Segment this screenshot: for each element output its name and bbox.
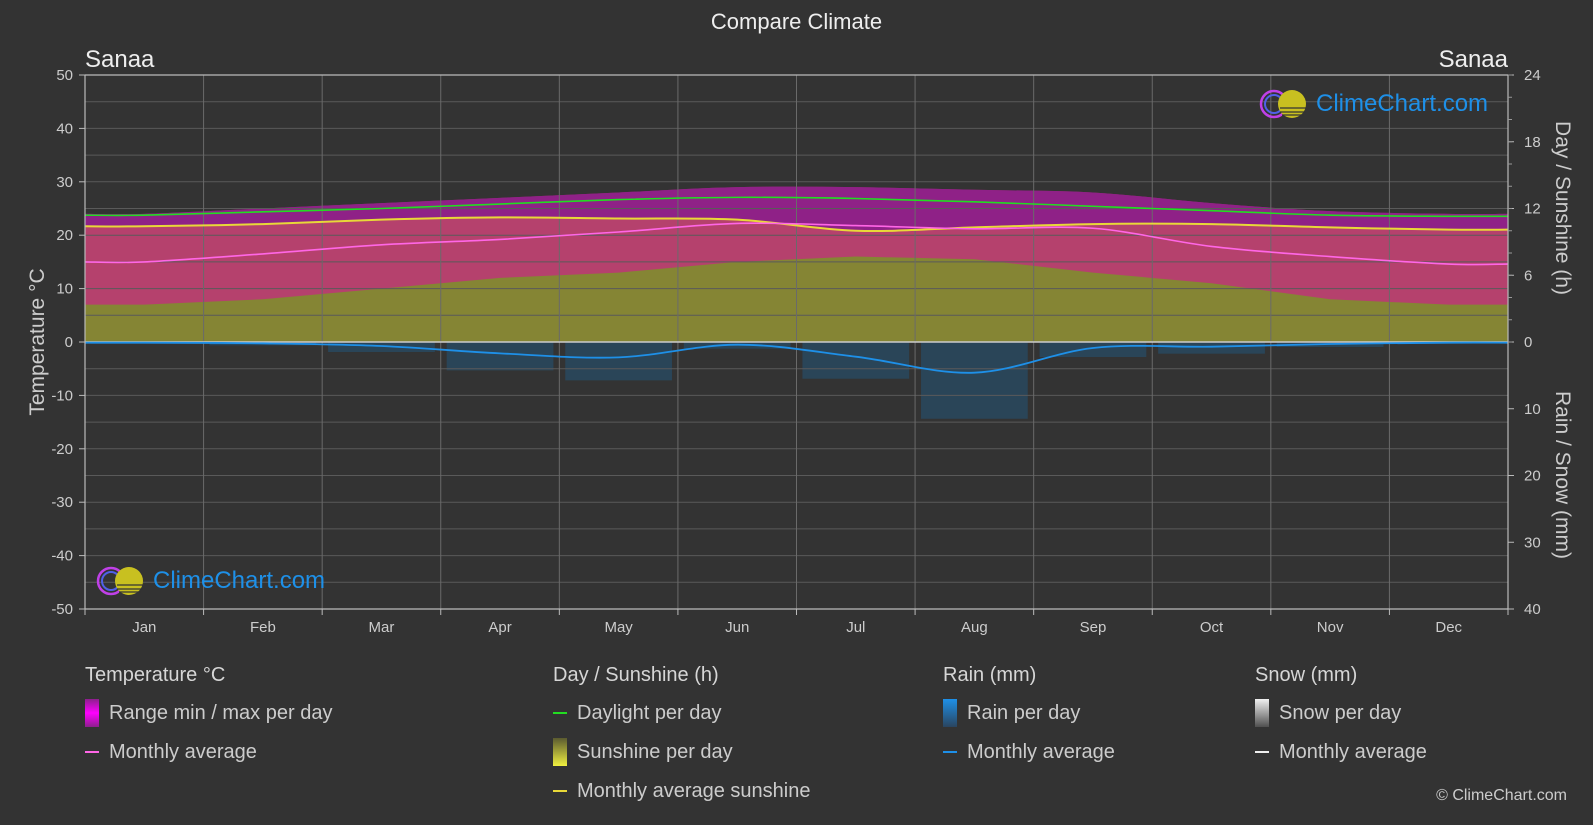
y-tick-label-left: 10 bbox=[56, 281, 73, 298]
logo-text: ClimeChart.com bbox=[153, 567, 326, 594]
temp-avg-swatch bbox=[85, 751, 99, 753]
y-tick-label-left: 30 bbox=[56, 174, 73, 191]
y-tick-label-left: -20 bbox=[51, 441, 73, 458]
x-tick-label: Dec bbox=[1435, 619, 1462, 636]
rain-bar bbox=[921, 342, 1028, 419]
legend-label: Monthly average sunshine bbox=[577, 779, 811, 802]
y-tick-label-rain: 30 bbox=[1524, 534, 1541, 551]
y-tick-label-rain: 40 bbox=[1524, 601, 1541, 618]
legend-snow: Snow (mm) Snow per day Monthly average bbox=[1255, 664, 1427, 779]
y-tick-label-left: 50 bbox=[56, 67, 73, 84]
y-tick-label-left: -10 bbox=[51, 387, 73, 404]
snow-swatch bbox=[1255, 699, 1269, 727]
rain-avg-swatch bbox=[943, 751, 957, 753]
y-tick-label-sunshine: 6 bbox=[1524, 267, 1532, 284]
legend-header: Temperature °C bbox=[85, 664, 226, 686]
climechart-logo-icon bbox=[1259, 89, 1306, 119]
y-tick-label-sunshine: 24 bbox=[1524, 67, 1541, 84]
legend-header: Snow (mm) bbox=[1255, 664, 1358, 686]
logo-bottom-left[interactable]: ClimeChart.com bbox=[95, 565, 325, 597]
legend-label: Snow per day bbox=[1279, 701, 1402, 724]
legend-label: Daylight per day bbox=[577, 701, 722, 724]
rain-bar bbox=[1158, 342, 1265, 354]
legend-header: Day / Sunshine (h) bbox=[553, 664, 719, 686]
snow-avg-swatch bbox=[1255, 751, 1269, 753]
x-tick-label: Jan bbox=[132, 619, 156, 636]
y-axis-left-title: Temperature °C bbox=[26, 268, 49, 416]
logo-top-right[interactable]: ClimeChart.com bbox=[1258, 88, 1488, 120]
sunshine-avg-swatch bbox=[553, 790, 567, 792]
legend-label: Rain per day bbox=[967, 701, 1081, 724]
y-tick-label-left: 0 bbox=[65, 334, 73, 351]
legend-item-sunshine-avg: Monthly average sunshine bbox=[553, 779, 810, 803]
temp-range-swatch bbox=[85, 699, 99, 727]
x-tick-label: Aug bbox=[961, 619, 988, 636]
legend-label: Range min / max per day bbox=[109, 701, 333, 724]
sunshine-swatch bbox=[553, 738, 567, 766]
rain-swatch bbox=[943, 699, 957, 727]
x-tick-label: Jul bbox=[846, 619, 865, 636]
y-tick-label-sunshine: 0 bbox=[1524, 334, 1532, 351]
daylight-swatch bbox=[553, 712, 567, 714]
rain-bar bbox=[802, 342, 910, 379]
climechart-logo-icon bbox=[96, 566, 143, 596]
legend-label: Monthly average bbox=[109, 740, 257, 763]
x-tick-label: Mar bbox=[369, 619, 395, 636]
y-tick-label-rain: 10 bbox=[1524, 401, 1541, 418]
legend-item-snow-avg: Monthly average bbox=[1255, 740, 1427, 764]
copyright: © ClimeChart.com bbox=[1436, 787, 1567, 804]
y-axis-right-bottom-title: Rain / Snow (mm) bbox=[1551, 390, 1574, 560]
y-tick-label-left: 40 bbox=[56, 120, 73, 137]
y-tick-label-left: -40 bbox=[51, 548, 73, 565]
legend-header: Rain (mm) bbox=[943, 664, 1037, 686]
x-tick-label: Feb bbox=[250, 619, 276, 636]
legend-temperature: Temperature °C Range min / max per day M… bbox=[85, 664, 332, 779]
legend-sunshine: Day / Sunshine (h) Daylight per day Suns… bbox=[553, 664, 810, 818]
rain-bar bbox=[565, 342, 672, 381]
legend-item-sunshine: Sunshine per day bbox=[553, 738, 810, 766]
y-tick-label-sunshine: 18 bbox=[1524, 134, 1541, 151]
y-tick-label-left: -30 bbox=[51, 494, 73, 511]
legend-item-temp-range: Range min / max per day bbox=[85, 699, 333, 727]
y-tick-label-rain: 20 bbox=[1524, 468, 1541, 485]
y-axis-right-top-title: Day / Sunshine (h) bbox=[1551, 121, 1574, 295]
legend-item-snow: Snow per day bbox=[1255, 699, 1427, 727]
x-tick-label: Jun bbox=[725, 619, 749, 636]
legend-item-daylight: Daylight per day bbox=[553, 701, 810, 725]
legend-rain: Rain (mm) Rain per day Monthly average bbox=[943, 664, 1115, 779]
y-tick-label-left: -50 bbox=[51, 601, 73, 618]
legend-item-rain-avg: Monthly average bbox=[943, 740, 1115, 764]
legend-label: Sunshine per day bbox=[577, 740, 733, 763]
x-tick-label: May bbox=[604, 619, 633, 636]
logo-text: ClimeChart.com bbox=[1316, 90, 1489, 117]
rain-bar bbox=[328, 342, 435, 353]
x-tick-label: Oct bbox=[1200, 619, 1224, 636]
legend-label: Monthly average bbox=[1279, 740, 1427, 763]
x-tick-label: Sep bbox=[1080, 619, 1107, 636]
legend-label: Monthly average bbox=[967, 740, 1115, 763]
x-tick-label: Nov bbox=[1317, 619, 1344, 636]
legend-item-rain: Rain per day bbox=[943, 699, 1115, 727]
y-tick-label-left: 20 bbox=[56, 227, 73, 244]
legend-item-temp-avg: Monthly average bbox=[85, 740, 332, 764]
x-tick-label: Apr bbox=[488, 619, 511, 636]
y-tick-label-sunshine: 12 bbox=[1524, 201, 1541, 218]
